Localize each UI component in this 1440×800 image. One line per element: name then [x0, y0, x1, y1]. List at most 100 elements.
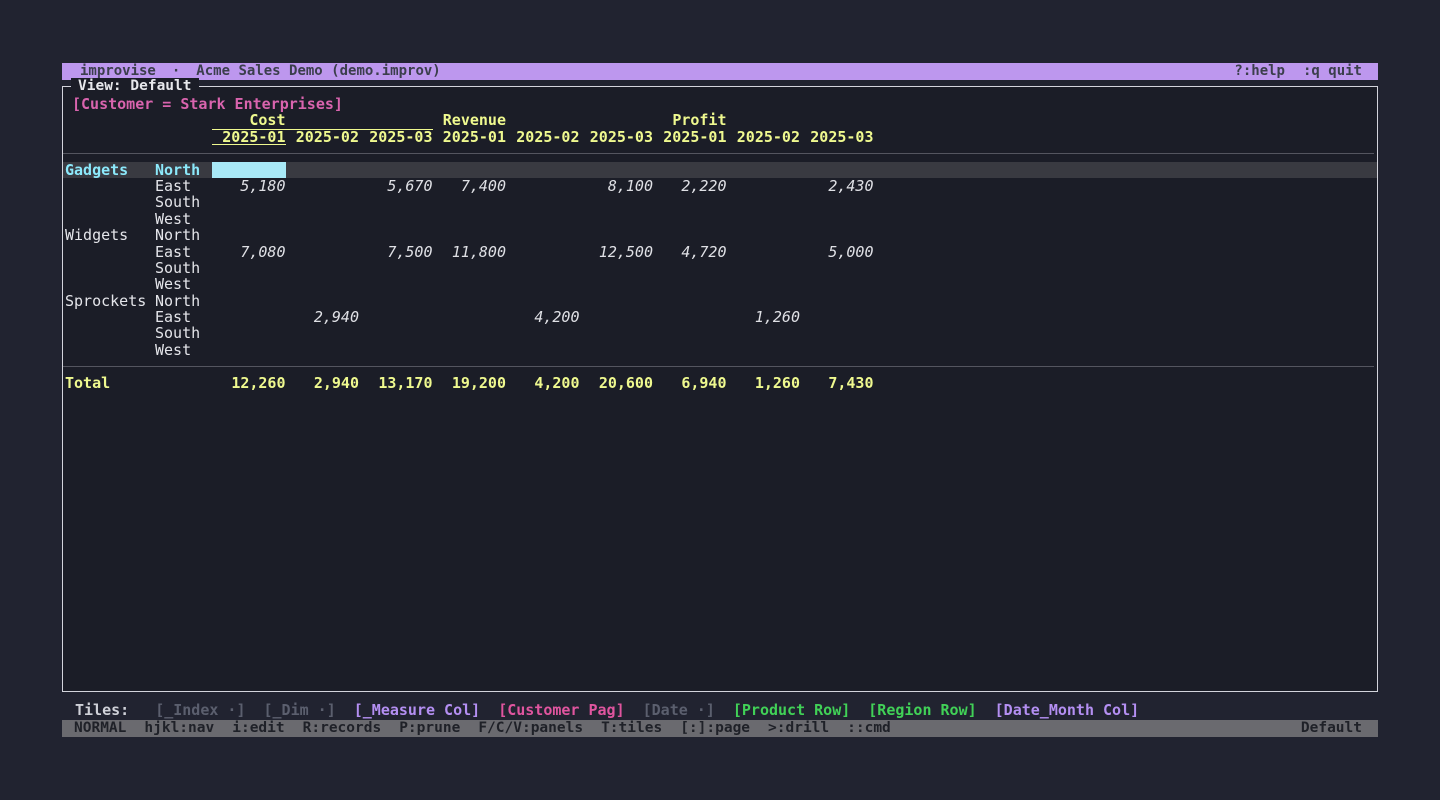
region-cell[interactable]: West	[155, 276, 212, 292]
value-cell[interactable]	[433, 227, 507, 243]
value-cell[interactable]	[800, 342, 874, 358]
value-cell[interactable]	[727, 293, 801, 309]
value-cell[interactable]	[359, 325, 433, 341]
value-cell[interactable]: 5,670	[359, 178, 433, 194]
value-cell[interactable]	[653, 260, 727, 276]
value-cell[interactable]	[433, 194, 507, 210]
table-row[interactable]: West	[63, 342, 1377, 358]
value-cell[interactable]	[653, 309, 727, 325]
value-cell[interactable]: 11,800	[433, 244, 507, 260]
value-cell[interactable]: 2,220	[653, 178, 727, 194]
value-cell[interactable]: 5,180	[212, 178, 286, 194]
table-row[interactable]: East 2,940 4,200 1,260	[63, 309, 1377, 325]
value-cell[interactable]	[653, 211, 727, 227]
value-cell[interactable]	[286, 244, 360, 260]
value-cell[interactable]	[580, 293, 654, 309]
value-cell[interactable]: 1,260	[727, 309, 801, 325]
tile[interactable]: [Region Row]	[868, 702, 976, 719]
region-cell[interactable]: South	[155, 325, 212, 341]
column-header[interactable]: 2025-01	[653, 129, 727, 145]
region-cell[interactable]: East	[155, 178, 212, 194]
value-cell[interactable]	[653, 162, 727, 178]
value-cell[interactable]	[727, 325, 801, 341]
measure-group-profit[interactable]: Profit	[653, 112, 874, 128]
value-cell[interactable]	[727, 260, 801, 276]
value-cell[interactable]	[580, 342, 654, 358]
value-cell[interactable]	[727, 162, 801, 178]
tile[interactable]: [_Index ·]	[155, 702, 245, 719]
value-cell[interactable]	[506, 227, 580, 243]
value-cell[interactable]	[727, 244, 801, 260]
table-row[interactable]: West	[63, 276, 1377, 292]
value-cell[interactable]	[580, 309, 654, 325]
value-cell[interactable]	[433, 293, 507, 309]
value-cell[interactable]	[286, 293, 360, 309]
product-cell[interactable]	[63, 194, 155, 210]
product-cell[interactable]	[63, 309, 155, 325]
tile[interactable]: [Customer Pag]	[498, 702, 624, 719]
value-cell[interactable]	[359, 276, 433, 292]
value-cell[interactable]	[580, 194, 654, 210]
value-cell[interactable]	[433, 342, 507, 358]
value-cell[interactable]	[433, 309, 507, 325]
value-cell[interactable]	[286, 325, 360, 341]
value-cell[interactable]	[506, 260, 580, 276]
product-cell[interactable]	[63, 244, 155, 260]
value-cell[interactable]: 4,200	[506, 309, 580, 325]
value-cell[interactable]	[212, 194, 286, 210]
value-cell[interactable]	[727, 276, 801, 292]
value-cell[interactable]: 7,400	[433, 178, 507, 194]
value-cell[interactable]	[653, 342, 727, 358]
value-cell[interactable]	[433, 325, 507, 341]
value-cell[interactable]	[653, 325, 727, 341]
value-cell[interactable]	[286, 178, 360, 194]
value-cell[interactable]	[800, 211, 874, 227]
column-header[interactable]: 2025-03	[359, 129, 433, 145]
region-cell[interactable]: South	[155, 194, 212, 210]
table-row[interactable]: East 5,180 5,670 7,400 8,100 2,220 2,430	[63, 178, 1377, 194]
value-cell[interactable]	[800, 309, 874, 325]
region-cell[interactable]: West	[155, 342, 212, 358]
value-cell[interactable]	[359, 260, 433, 276]
value-cell[interactable]	[580, 276, 654, 292]
table-row[interactable]: West	[63, 211, 1377, 227]
value-cell[interactable]	[580, 162, 654, 178]
value-cell[interactable]	[359, 162, 433, 178]
product-cell[interactable]: Sprockets	[63, 293, 155, 309]
value-cell[interactable]	[506, 293, 580, 309]
column-header[interactable]: 2025-03	[800, 129, 874, 145]
region-cell[interactable]: East	[155, 309, 212, 325]
tile[interactable]: [Product Row]	[733, 702, 850, 719]
value-cell[interactable]	[727, 178, 801, 194]
value-cell[interactable]	[506, 276, 580, 292]
value-cell[interactable]	[506, 325, 580, 341]
region-cell[interactable]: North	[155, 293, 212, 309]
value-cell[interactable]	[359, 227, 433, 243]
value-cell[interactable]	[212, 227, 286, 243]
value-cell[interactable]	[506, 162, 580, 178]
value-cell[interactable]	[580, 227, 654, 243]
value-cell[interactable]	[286, 194, 360, 210]
value-cell[interactable]	[433, 276, 507, 292]
value-cell[interactable]	[653, 227, 727, 243]
region-cell[interactable]: North	[155, 227, 212, 243]
value-cell[interactable]	[653, 276, 727, 292]
value-cell[interactable]	[800, 276, 874, 292]
value-cell[interactable]	[359, 309, 433, 325]
value-cell[interactable]	[359, 211, 433, 227]
value-cell[interactable]	[359, 293, 433, 309]
region-cell[interactable]: North	[155, 162, 212, 178]
value-cell[interactable]: 5,000	[800, 244, 874, 260]
value-cell[interactable]: 4,720	[653, 244, 727, 260]
value-cell[interactable]	[212, 342, 286, 358]
product-cell[interactable]	[63, 276, 155, 292]
value-cell[interactable]	[286, 162, 360, 178]
table-row[interactable]: South	[63, 260, 1377, 276]
table-row[interactable]: South	[63, 325, 1377, 341]
tile[interactable]: [_Dim ·]	[264, 702, 336, 719]
column-header[interactable]: 2025-02	[506, 129, 580, 145]
table-row[interactable]: East 7,080 7,500 11,800 12,500 4,720 5,0…	[63, 244, 1377, 260]
table-row[interactable]: South	[63, 194, 1377, 210]
product-cell[interactable]	[63, 260, 155, 276]
product-cell[interactable]: Widgets	[63, 227, 155, 243]
